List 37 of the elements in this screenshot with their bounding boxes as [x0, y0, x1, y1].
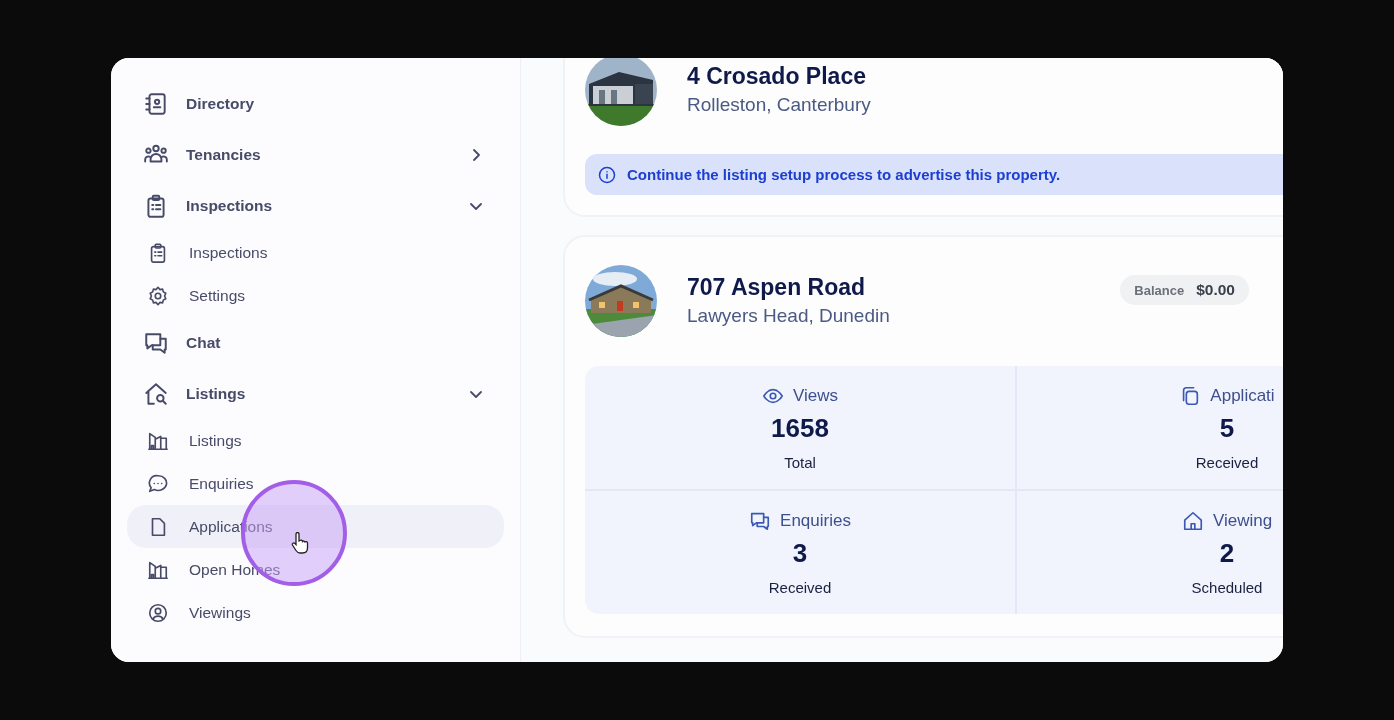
- sidebar-item[interactable]: Tenancies: [143, 129, 504, 180]
- stat-value: 3: [792, 537, 808, 569]
- stat-value: 1658: [771, 412, 829, 444]
- stat-value: 5: [1219, 412, 1235, 444]
- stat-label: Viewing: [1212, 510, 1273, 531]
- sidebar-subitem[interactable]: Listings: [127, 419, 504, 462]
- sidebar-subitem[interactable]: Viewings: [127, 591, 504, 634]
- property-location: Rolleston, Canterbury: [687, 94, 872, 116]
- sidebar-item[interactable]: Directory: [143, 78, 504, 129]
- sidebar-subitem[interactable]: Enquiries: [127, 462, 504, 505]
- balance-amount: $0.00: [1196, 281, 1235, 299]
- stat-label: Enquiries: [780, 510, 851, 531]
- sidebar-subitem[interactable]: Inspections: [127, 231, 504, 274]
- info-icon: [597, 164, 617, 185]
- stat-caption: Received: [1195, 453, 1259, 471]
- sidebar-item[interactable]: Chat: [143, 317, 504, 368]
- stat-label: Views: [792, 385, 838, 406]
- gear-icon: [147, 284, 169, 307]
- info-text: Continue the listing setup process to advertise this property.: [627, 166, 1061, 183]
- hand-cursor-icon: [290, 532, 310, 554]
- stat-value: 2: [1219, 537, 1235, 569]
- sidebar-subitem[interactable]: Settings: [127, 274, 504, 317]
- property-title[interactable]: 4 Crosado Place: [687, 62, 1249, 90]
- house-search-icon: [143, 380, 169, 407]
- stat-caption: Scheduled: [1191, 578, 1263, 596]
- house-icon: [1181, 509, 1204, 532]
- sidebar-item[interactable]: Inspections: [143, 180, 504, 231]
- stat-caption: Total: [784, 453, 816, 471]
- property-location: Lawyers Head, Dunedin: [687, 305, 891, 327]
- balance-label: Balance: [1134, 283, 1185, 298]
- stat-caption: Received: [768, 578, 832, 596]
- sidebar-item[interactable]: Listings: [143, 368, 504, 419]
- speech-bubble-icon: [147, 472, 169, 495]
- stat-label: Applicati: [1210, 385, 1275, 406]
- property-title[interactable]: 707 Aspen Road: [687, 273, 1091, 301]
- user-circle-icon: [147, 601, 169, 624]
- address-book-icon: [143, 90, 169, 117]
